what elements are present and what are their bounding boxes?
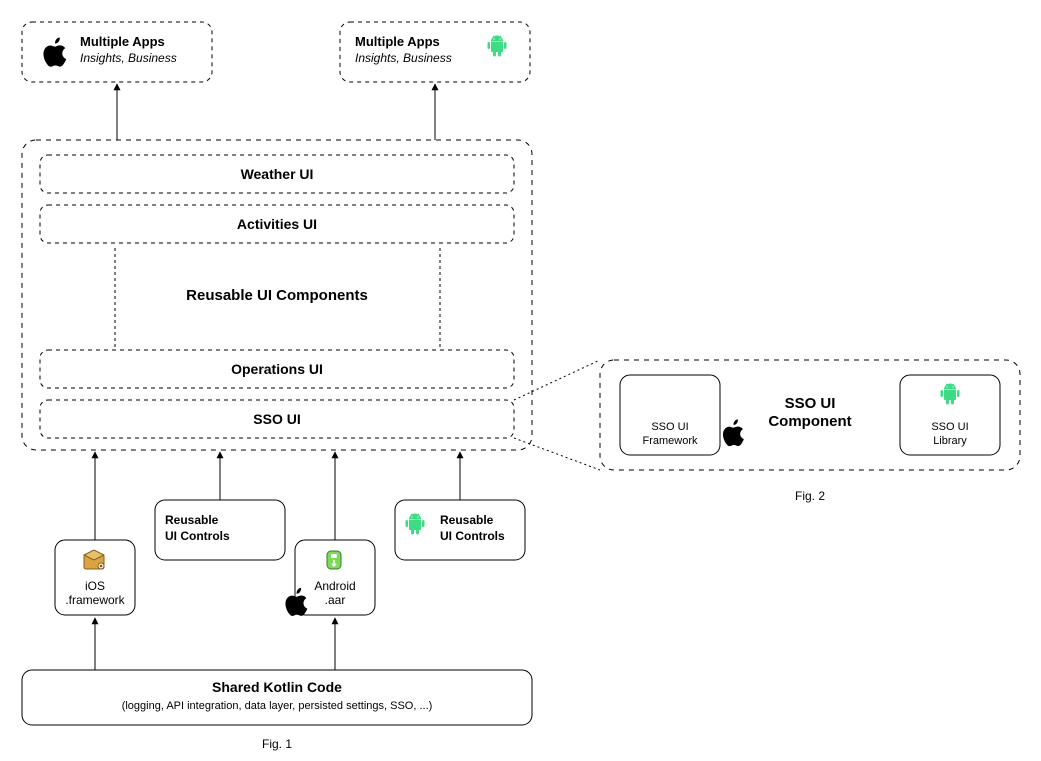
sso-component-title-line2: Component [768,413,851,430]
fig2-caption: Fig. 2 [795,489,825,503]
apple-icon [723,419,744,446]
sso-android-l1: SSO UI [931,421,968,433]
shared-kotlin-box: Shared Kotlin Code (logging, API integra… [22,670,532,725]
connector [514,360,600,400]
fig1-caption: Fig. 1 [262,737,292,751]
sso-ios-l2: Framework [642,435,698,447]
reusable-ui-title: Reusable UI Components [186,287,368,304]
apps-android-box: Multiple Apps Insights, Business [340,22,530,82]
shared-title: Shared Kotlin Code [212,679,342,695]
android-icon [488,36,507,57]
operations-ui-label: Operations UI [231,361,323,377]
apps-android-title: Multiple Apps [355,34,440,49]
weather-ui-label: Weather UI [241,166,314,182]
ios-fw-l1: iOS [85,579,105,593]
apps-ios-title: Multiple Apps [80,34,165,49]
archive-icon [327,551,341,569]
sso-ui-label: SSO UI [253,411,300,427]
shared-subtitle: (logging, API integration, data layer, p… [122,700,433,712]
apps-android-subtitle: Insights, Business [355,51,452,65]
controls-ios-box: Reusable UI Controls [155,500,307,616]
apple-icon [285,588,307,616]
controls-android-l2: UI Controls [440,529,505,543]
sso-ios-l1: SSO UI [651,421,688,433]
apps-ios-subtitle: Insights, Business [80,51,177,65]
apple-icon [43,37,66,66]
sso-android-box: SSO UI Library [900,375,1000,455]
reusable-ui-group: Weather UI Activities UI Reusable UI Com… [22,140,532,450]
aar-l1: Android [314,579,355,593]
sso-component-group: SSO UI Framework SSO UI Component SSO UI… [600,360,1020,470]
sso-android-l2: Library [933,435,967,447]
controls-android-box: Reusable UI Controls [395,500,525,560]
android-icon [406,514,425,535]
ios-framework-box: iOS .framework [55,540,135,615]
apps-ios-box: Multiple Apps Insights, Business [22,22,212,82]
connector [514,438,600,470]
package-icon [84,550,104,569]
controls-ios-l1: Reusable [165,513,219,527]
sso-component-title-line1: SSO UI [785,395,836,412]
ios-fw-l2: .framework [65,593,125,607]
sso-ios-box: SSO UI Framework [620,375,744,455]
architecture-diagram: Multiple Apps Insights, Business Multipl… [0,0,1041,761]
activities-ui-label: Activities UI [237,216,317,232]
controls-ios-l2: UI Controls [165,529,230,543]
android-aar-box: Android .aar [295,540,375,615]
android-icon [941,384,960,405]
controls-android-l1: Reusable [440,513,494,527]
aar-l2: .aar [325,593,346,607]
